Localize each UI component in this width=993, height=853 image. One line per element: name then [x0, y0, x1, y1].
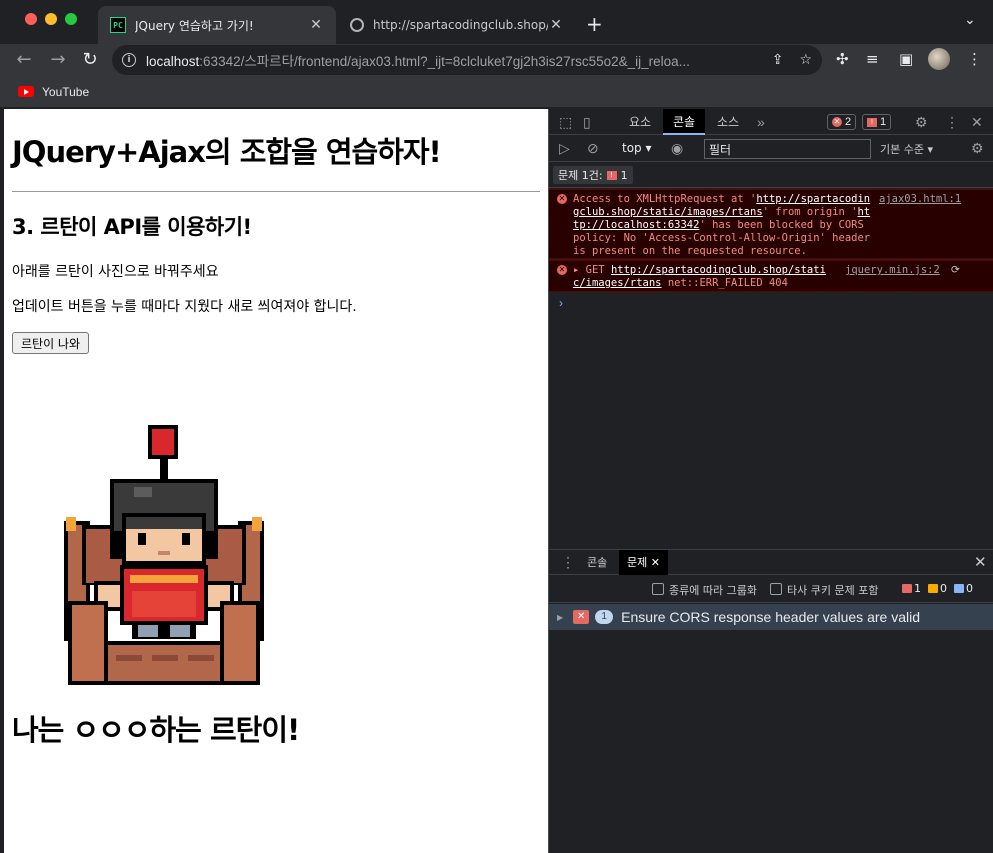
clear-console-icon[interactable]: ⊘: [587, 140, 599, 157]
extensions-puzzle-icon[interactable]: ✣: [836, 50, 849, 68]
bookmarks-bar: YouTube: [0, 76, 993, 108]
youtube-icon[interactable]: [18, 86, 34, 97]
window-close-button[interactable]: [25, 13, 37, 25]
group-by-kind-label: 종류에 따라 그룹화: [669, 584, 757, 597]
address-bar[interactable]: i localhost:63342/스파르타/frontend/ajax03.h…: [112, 45, 822, 75]
error-icon: ✕: [557, 194, 567, 204]
tab-title: http://spartacodingclub.shop/s: [373, 18, 548, 32]
rtan-character-image: [64, 425, 264, 685]
bookmark-youtube[interactable]: YouTube: [42, 85, 89, 99]
console-prompt[interactable]: ›: [559, 296, 563, 310]
error-text: ▸ GET http://spartacodingclub.shop/stati…: [573, 264, 826, 289]
drawer-tab-console[interactable]: 콘솔: [579, 550, 615, 575]
page-viewport: JQuery+Ajax의 조합을 연습하자! 3. 르탄이 API를 이용하기!…: [4, 109, 548, 853]
context-select[interactable]: top ▾: [622, 141, 652, 155]
tab-elements[interactable]: 요소: [619, 109, 661, 135]
divider: [12, 191, 540, 192]
log-levels-select[interactable]: 기본 수준 ▾: [880, 141, 933, 157]
browser-toolbar: ← → ↻ i localhost:63342/스파르타/frontend/aj…: [0, 44, 993, 76]
close-devtools-icon[interactable]: ✕: [971, 114, 983, 131]
error-icon: ✕: [557, 265, 567, 275]
group-by-kind-checkbox[interactable]: [652, 583, 664, 595]
error-icon: ✕: [832, 117, 842, 127]
error-text: Access to XMLHttpRequest at 'http://spar…: [573, 193, 871, 257]
forward-arrow-icon[interactable]: →: [46, 48, 70, 72]
console-error-message: ✕ Access to XMLHttpRequest at 'http://sp…: [549, 189, 993, 259]
reload-icon[interactable]: ↻: [78, 48, 102, 72]
issue-row[interactable]: ▶ ✕ 1 Ensure CORS response header values…: [549, 604, 993, 630]
tab-title: JQuery 연습하고 가기!: [135, 18, 254, 33]
error-count: 1: [902, 582, 921, 595]
warning-count: 0: [928, 582, 947, 595]
console-error-message: ✕ ▸ GET http://spartacodingclub.shop/sta…: [549, 260, 993, 292]
device-toolbar-icon[interactable]: ▯: [583, 114, 591, 131]
share-icon[interactable]: ⇪: [772, 52, 784, 68]
more-options-icon[interactable]: ⋮: [945, 114, 959, 131]
drawer-menu-icon[interactable]: ⋮: [561, 554, 575, 571]
close-tab-icon[interactable]: ✕: [308, 17, 324, 33]
more-menu-icon[interactable]: ⋮: [967, 50, 982, 68]
window-zoom-button[interactable]: [65, 13, 77, 25]
info-icon[interactable]: i: [122, 53, 136, 67]
issues-summary-row: 문제 1건: ! 1: [549, 163, 993, 188]
side-panel-icon[interactable]: ▣: [899, 50, 913, 68]
issue-counts: 1 0 0: [902, 582, 973, 595]
info-count: 0: [954, 582, 973, 595]
source-link[interactable]: jquery.min.js:2: [845, 264, 940, 277]
instruction-line-1: 아래를 르탄이 사진으로 바꿔주세요: [12, 264, 219, 280]
issue-flag-icon: !: [606, 170, 617, 180]
issue-title: Ensure CORS response header values are v…: [621, 609, 920, 625]
rtan-button[interactable]: 르탄이 나와: [12, 332, 90, 354]
network-request-icon[interactable]: ⟳: [951, 264, 960, 277]
back-arrow-icon[interactable]: ←: [12, 48, 36, 72]
tab-console[interactable]: 콘솔: [663, 109, 706, 135]
sidebar-toggle-icon[interactable]: ▷: [559, 140, 570, 157]
issue-flag-icon: !: [867, 117, 877, 127]
third-party-checkbox[interactable]: [770, 583, 782, 595]
window-minimize-button[interactable]: [45, 13, 57, 25]
third-party-label: 타사 쿠키 문제 포함: [787, 584, 879, 597]
instruction-line-2: 업데이트 버튼을 누를 때마다 지웠다 새로 씌여져야 합니다.: [12, 299, 357, 315]
caption-heading: 나는 ㅇㅇㅇ하는 르탄이!: [12, 713, 300, 747]
tab-sources[interactable]: 소스: [707, 109, 749, 135]
tab-active[interactable]: PC JQuery 연습하고 가기! ✕: [98, 6, 336, 44]
console-filter-bar: ▷ ⊘ top ▾ ◉ 기본 수준 ▾ ⚙: [549, 136, 993, 162]
expand-arrow-icon[interactable]: ▶: [557, 613, 563, 622]
url-text[interactable]: localhost:63342/스파르타/frontend/ajax03.htm…: [146, 50, 756, 70]
pycharm-favicon-icon: PC: [110, 17, 126, 33]
issue-count-badge[interactable]: ! 1: [862, 114, 892, 130]
reading-list-icon[interactable]: ≡: [866, 50, 879, 68]
eye-icon[interactable]: ◉: [671, 140, 683, 157]
inspect-element-icon[interactable]: ⬚: [559, 114, 572, 131]
globe-icon: [350, 18, 364, 32]
star-icon[interactable]: ☆: [799, 52, 812, 68]
filter-input[interactable]: [704, 139, 871, 159]
issue-count-pill: 1: [595, 610, 614, 624]
devtools-panel: ⬚ ▯ 요소 콘솔 소스 » ✕ 2 ! 1 ⚙ ⋮ ✕ ▷ ⊘ top ▾ ◉…: [548, 109, 993, 853]
tab-inactive[interactable]: http://spartacodingclub.shop/s ✕: [338, 6, 576, 44]
console-settings-gear-icon[interactable]: ⚙: [971, 140, 984, 157]
error-count-badge[interactable]: ✕ 2: [827, 114, 857, 130]
settings-gear-icon[interactable]: ⚙: [915, 114, 928, 131]
tab-strip: PC JQuery 연습하고 가기! ✕ http://spartacoding…: [0, 0, 993, 44]
source-link[interactable]: ajax03.html:1: [879, 193, 961, 206]
page-title: JQuery+Ajax의 조합을 연습하자!: [12, 135, 442, 169]
issues-toolbar: 종류에 따라 그룹화 타사 쿠키 문제 포함 1 0 0: [549, 576, 993, 603]
issues-chip[interactable]: 문제 1건: ! 1: [553, 166, 633, 184]
close-drawer-icon[interactable]: ✕: [974, 553, 987, 571]
new-tab-icon[interactable]: +: [586, 12, 603, 36]
drawer-tab-bar: ⋮ 콘솔 문제 ✕ ✕: [549, 549, 993, 575]
drawer-tab-issues[interactable]: 문제 ✕: [619, 550, 668, 575]
close-tab-icon[interactable]: ✕: [548, 17, 564, 33]
chevron-down-icon[interactable]: ⌄: [964, 12, 976, 28]
avatar[interactable]: [928, 48, 950, 70]
error-issue-icon: ✕: [573, 610, 590, 624]
more-tabs-icon[interactable]: »: [757, 114, 765, 130]
section-heading: 3. 르탄이 API를 이용하기!: [12, 215, 252, 239]
devtools-tab-bar: ⬚ ▯ 요소 콘솔 소스 » ✕ 2 ! 1 ⚙ ⋮ ✕: [549, 109, 993, 135]
